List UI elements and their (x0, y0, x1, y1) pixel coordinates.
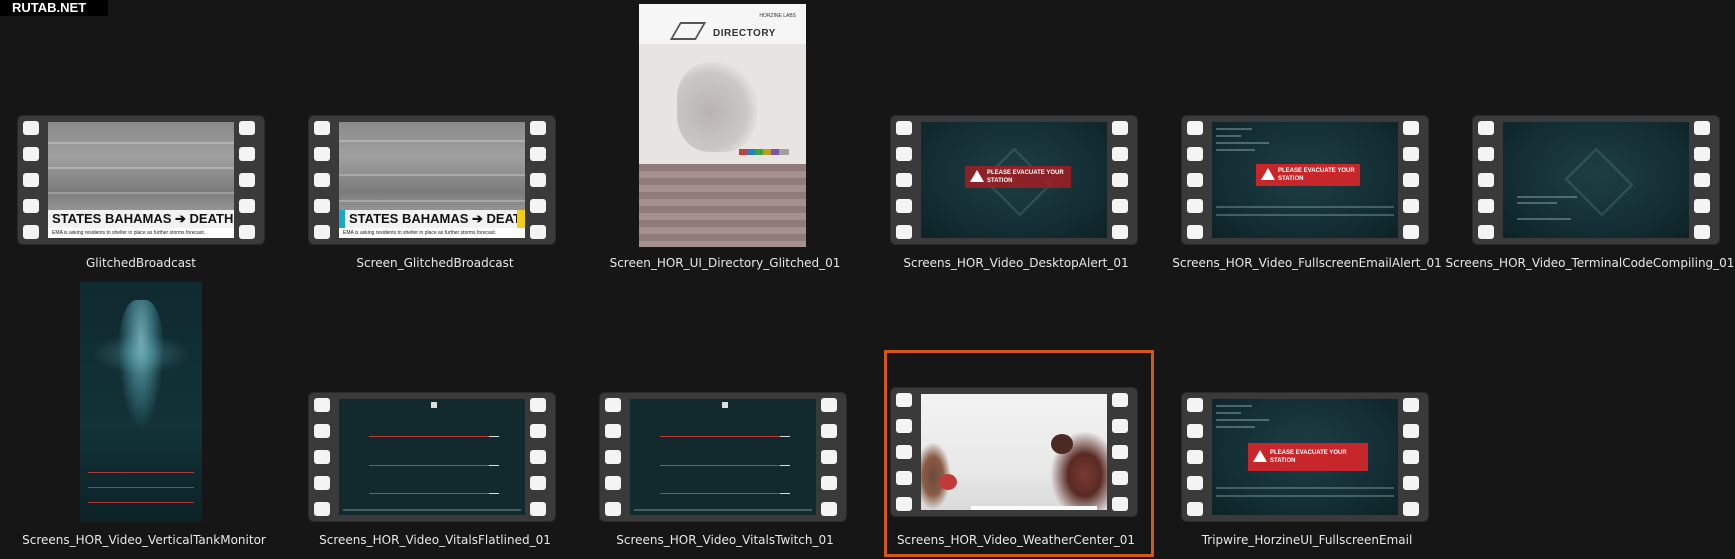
file-name: Tripwire_HorzineUI_FullscreenEmail (1201, 533, 1413, 547)
video-thumbnail: STATES BAHAMAS ➔ DEATH TO EMA is asking … (308, 115, 556, 245)
file-name: GlitchedBroadcast (86, 256, 196, 270)
video-thumbnail (308, 392, 556, 522)
alert-banner: PLEASE EVACUATE YOUR STATION (1256, 164, 1360, 186)
alert-banner: PLEASE EVACUATE YOUR STATION (965, 166, 1071, 188)
ticker-subtext: EMA is asking residents to shelter in pl… (339, 228, 525, 238)
file-name: Screens_HOR_Video_DesktopAlert_01 (903, 256, 1129, 270)
file-name: Screen_GlitchedBroadcast (356, 256, 514, 270)
image-thumbnail: HORZINE LABS DIRECTORY (639, 4, 806, 247)
video-thumbnail (890, 387, 1138, 517)
alert-title: PLEASE EVACUATE YOUR STATION (987, 170, 1064, 184)
video-thumbnail: PLEASE EVACUATE YOUR STATION (1181, 392, 1429, 522)
file-name: Screens_HOR_Video_VerticalTankMonitor (22, 533, 266, 547)
alert-banner: PLEASE EVACUATE YOUR STATION (1248, 443, 1368, 471)
file-name: Screens_HOR_Video_VitalsFlatlined_01 (319, 533, 551, 547)
file-name: Screens_HOR_Video_VitalsTwitch_01 (616, 533, 834, 547)
ticker-text: STATES BAHAMAS ➔ DEATH TO (345, 210, 517, 228)
watermark-label: RUTAB.NET (0, 0, 108, 16)
ticker-subtext: EMA is asking residents to shelter in pl… (48, 228, 234, 238)
ticker-text: STATES BAHAMAS ➔ DEATH TOL (48, 210, 234, 228)
file-name: Screens_HOR_Video_TerminalCodeCompiling_… (1445, 256, 1735, 270)
poster-heading: DIRECTORY (713, 28, 776, 39)
video-thumbnail (599, 392, 847, 522)
file-name: Screens_HOR_Video_FullscreenEmailAlert_0… (1172, 256, 1442, 270)
alert-title: PLEASE EVACUATE YOUR STATION (1270, 450, 1347, 464)
video-thumbnail: STATES BAHAMAS ➔ DEATH TOL EMA is asking… (17, 115, 265, 245)
file-name: Screen_HOR_UI_Directory_Glitched_01 (609, 256, 841, 270)
video-thumbnail: PLEASE EVACUATE YOUR STATION (1181, 115, 1429, 245)
video-thumbnail: PLEASE EVACUATE YOUR STATION (890, 115, 1138, 245)
video-thumbnail (1472, 115, 1720, 245)
alert-title: PLEASE EVACUATE YOUR STATION (1278, 168, 1355, 182)
image-thumbnail (80, 282, 202, 522)
file-name: Screens_HOR_Video_WeatherCenter_01 (896, 533, 1136, 547)
poster-brand: HORZINE LABS (759, 13, 796, 19)
